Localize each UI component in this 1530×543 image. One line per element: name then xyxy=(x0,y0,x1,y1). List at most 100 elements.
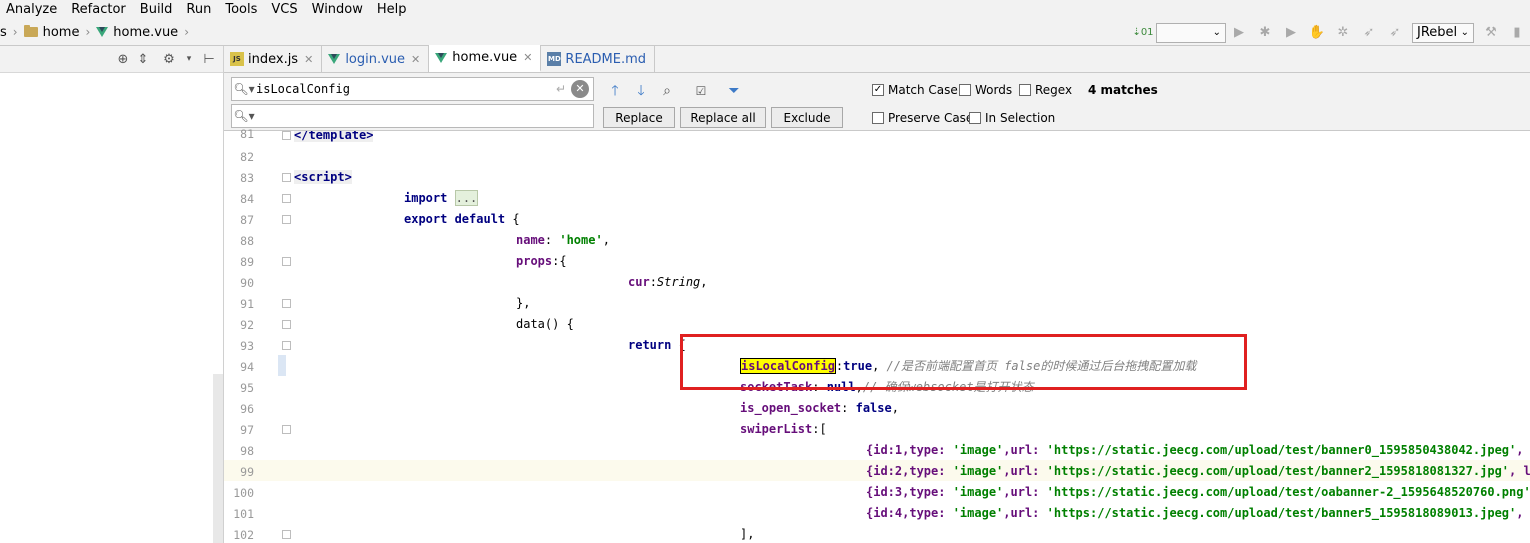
exclude-button[interactable]: Exclude xyxy=(771,107,843,128)
checkbox-icon[interactable] xyxy=(959,84,971,96)
run-coverage-icon[interactable]: ▶ xyxy=(1280,22,1302,44)
profile-icon[interactable]: ✋ xyxy=(1306,22,1328,44)
arrow-up-icon[interactable]: 🡑 xyxy=(605,81,625,101)
project-panel-scrollbar[interactable] xyxy=(213,374,223,543)
find-all-icon[interactable]: ⌕ xyxy=(657,81,677,101)
fold-marker-icon[interactable] xyxy=(282,299,291,308)
jrebel-run-icon[interactable]: ➶ xyxy=(1358,22,1380,44)
code-token: name xyxy=(516,233,545,247)
checkbox-checked-icon[interactable]: ✓ xyxy=(872,84,884,96)
code-token: data() { xyxy=(516,317,574,331)
concurrency-icon[interactable]: ✲ xyxy=(1332,22,1354,44)
fold-marker-icon[interactable] xyxy=(282,257,291,266)
search-icon[interactable]: 🔍︎▾ xyxy=(232,82,256,96)
code-line-84: import ... xyxy=(404,188,479,209)
checkbox-icon[interactable] xyxy=(1019,84,1031,96)
match-case-checkbox[interactable]: ✓ Match Case xyxy=(872,83,958,97)
stop-icon[interactable]: ▮ xyxy=(1506,22,1528,44)
folded-code-placeholder[interactable]: ... xyxy=(454,190,479,206)
md-file-icon: MD xyxy=(547,52,562,66)
code-token: , lin xyxy=(1516,506,1524,520)
tab-index-js[interactable]: JS index.js ✕ xyxy=(224,46,323,72)
fold-marker-icon[interactable] xyxy=(282,530,291,539)
code-token: 'image' xyxy=(952,464,1004,478)
chevron-right-icon: › xyxy=(12,25,18,39)
preserve-case-label: Preserve Case xyxy=(888,111,974,125)
menu-build[interactable]: Build xyxy=(134,0,181,19)
code-line-100: {id:3,type: 'image',url: 'https://static… xyxy=(866,482,1530,503)
debug-icon[interactable]: ✱ xyxy=(1254,22,1276,44)
clear-icon[interactable]: ✕ xyxy=(571,80,589,98)
words-checkbox[interactable]: Words xyxy=(959,83,1012,97)
binary-sort-icon[interactable]: ⇣01 xyxy=(1132,22,1154,44)
hammer-icon[interactable]: ⚒ xyxy=(1480,22,1502,44)
search-input[interactable]: 🔍︎▾ isLocalConfig ↵ ✕ xyxy=(231,77,594,101)
find-replace-bar: 🔍︎▾ isLocalConfig ↵ ✕ 🔍︎▾ 🡑 🡓 ⌕ ☑ ⏷ Repl… xyxy=(224,73,1530,131)
replace-button[interactable]: Replace xyxy=(603,107,675,128)
newline-icon[interactable]: ↵ xyxy=(551,82,571,96)
chevron-right-icon: › xyxy=(184,25,189,39)
fold-marker-icon[interactable] xyxy=(282,425,291,434)
regex-checkbox[interactable]: Regex xyxy=(1019,83,1072,97)
code-token: return xyxy=(628,338,672,352)
close-icon[interactable]: ✕ xyxy=(523,51,532,64)
chevron-down-icon[interactable]: ▾ xyxy=(179,54,199,64)
project-panel: ⊕ ⇕ ⚙ ▾ ⊢ xyxy=(0,46,224,543)
target-icon[interactable]: ⊕ xyxy=(113,52,133,67)
jrebel-select[interactable]: JRebel ⌄ xyxy=(1412,22,1474,43)
tab-readme-md[interactable]: MD README.md xyxy=(541,46,656,72)
in-selection-checkbox[interactable]: In Selection xyxy=(969,111,1055,125)
code-token: 'image' xyxy=(952,485,1004,499)
line-number: 97 xyxy=(240,423,254,437)
replace-all-button[interactable]: Replace all xyxy=(680,107,766,128)
hide-panel-icon[interactable]: ⊢ xyxy=(199,52,219,67)
tab-home-vue[interactable]: home.vue ✕ xyxy=(429,45,542,72)
fold-marker-icon[interactable] xyxy=(282,173,291,182)
code-token: props xyxy=(516,254,553,268)
breadcrumb-folder[interactable]: home xyxy=(43,25,80,40)
select-all-occurrences-icon[interactable]: ☑ xyxy=(691,81,711,101)
close-icon[interactable]: ✕ xyxy=(304,53,313,66)
fold-marker-icon[interactable] xyxy=(282,131,291,140)
code-token: , lin xyxy=(1516,443,1524,457)
code-token: ], xyxy=(740,527,755,541)
code-token: export default xyxy=(404,212,506,226)
fold-marker-icon[interactable] xyxy=(282,320,291,329)
close-icon[interactable]: ✕ xyxy=(411,53,420,66)
line-number: 99 xyxy=(240,465,254,479)
menu-analyze[interactable]: Analyze xyxy=(0,0,65,19)
tab-login-vue[interactable]: login.vue ✕ xyxy=(322,46,430,72)
arrow-down-icon[interactable]: 🡓 xyxy=(631,81,651,101)
replace-input[interactable]: 🔍︎▾ xyxy=(231,104,594,128)
checkbox-icon[interactable] xyxy=(872,112,884,124)
fold-marker-icon[interactable] xyxy=(282,194,291,203)
menu-help[interactable]: Help xyxy=(371,0,415,19)
checkbox-icon[interactable] xyxy=(969,112,981,124)
run-config-select[interactable]: ⌄ xyxy=(1156,22,1226,43)
menu-vcs[interactable]: VCS xyxy=(265,0,305,19)
preserve-case-checkbox[interactable]: Preserve Case xyxy=(872,111,973,125)
tab-label: home.vue xyxy=(452,50,518,65)
gear-icon[interactable]: ⚙ xyxy=(159,52,179,67)
menu-window[interactable]: Window xyxy=(306,0,371,19)
jrebel-debug-icon[interactable]: ➶ xyxy=(1384,22,1406,44)
line-number: 83 xyxy=(240,171,254,185)
fold-marker-icon[interactable] xyxy=(282,341,291,350)
breadcrumb-partial[interactable]: s xyxy=(0,25,7,40)
code-token: , link xyxy=(1509,464,1530,478)
code-line-88: name: 'home', xyxy=(516,233,610,247)
fold-marker-icon[interactable] xyxy=(282,215,291,224)
filter-icon[interactable]: ⏷ xyxy=(724,81,744,101)
collapse-icon[interactable]: ⇕ xyxy=(133,52,153,67)
menu-run[interactable]: Run xyxy=(180,0,219,19)
search-value[interactable]: isLocalConfig xyxy=(256,82,551,96)
menu-refactor[interactable]: Refactor xyxy=(65,0,134,19)
menu-tools[interactable]: Tools xyxy=(219,0,265,19)
vue-file-icon xyxy=(328,54,341,64)
breadcrumb: s › home › home.vue › xyxy=(0,25,195,40)
line-number: 87 xyxy=(240,213,254,227)
code-token: {id:3,type: xyxy=(866,485,953,499)
breadcrumb-file[interactable]: home.vue xyxy=(113,25,178,40)
run-icon[interactable]: ▶ xyxy=(1228,22,1250,44)
search-icon[interactable]: 🔍︎▾ xyxy=(232,109,256,123)
